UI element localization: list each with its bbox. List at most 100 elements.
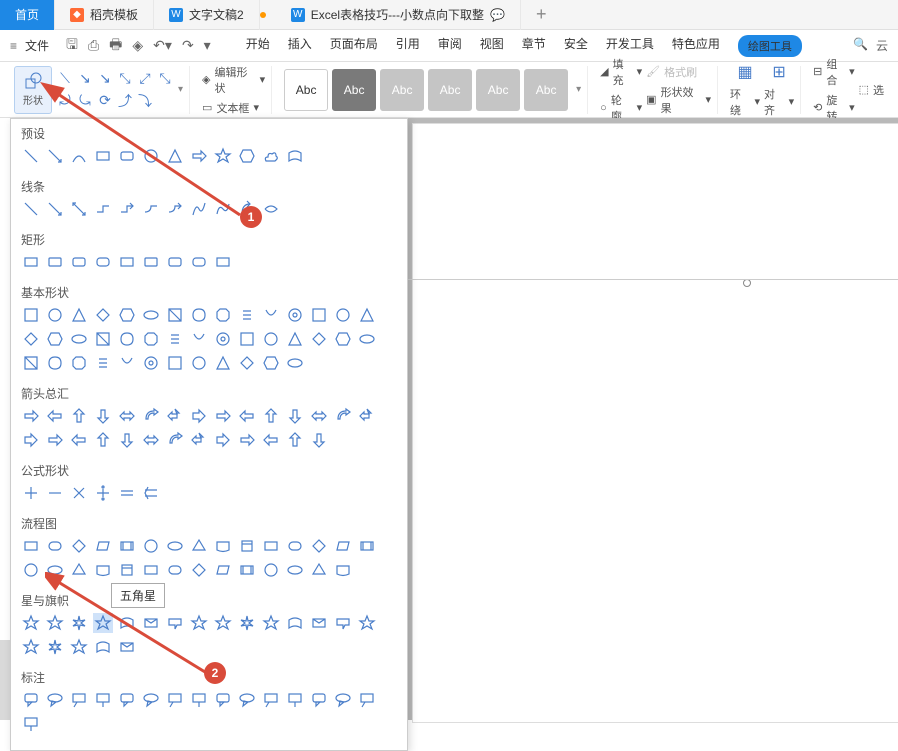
- shape-rect-0[interactable]: [21, 252, 41, 272]
- tab-start[interactable]: 开始: [246, 35, 270, 57]
- shape-lines-0[interactable]: [21, 199, 41, 219]
- shape-stars-18[interactable]: [93, 637, 113, 657]
- shape-flowchart-24[interactable]: [237, 560, 257, 580]
- shape-callout-14[interactable]: [357, 690, 377, 710]
- shape-lines-10[interactable]: [261, 199, 281, 219]
- shape-stars-2[interactable]: [69, 613, 89, 633]
- shape-lines-6[interactable]: [165, 199, 185, 219]
- shape-basic-36[interactable]: [165, 353, 185, 373]
- shape-basic-13[interactable]: [333, 305, 353, 325]
- shape-basic-3[interactable]: [93, 305, 113, 325]
- shape-callout-2[interactable]: [69, 690, 89, 710]
- shape-basic-0[interactable]: [21, 305, 41, 325]
- shape-preset-0[interactable]: [21, 146, 41, 166]
- shape-arrows-8[interactable]: [213, 406, 233, 426]
- shape-flowchart-2[interactable]: [69, 536, 89, 556]
- shape-rect-6[interactable]: [165, 252, 185, 272]
- shape-arrows-2[interactable]: [69, 406, 89, 426]
- resize-handle[interactable]: [743, 279, 751, 287]
- shape-arrows-9[interactable]: [237, 406, 257, 426]
- shape-flowchart-8[interactable]: [213, 536, 233, 556]
- add-tab-button[interactable]: +: [521, 4, 562, 25]
- shape-arrows-4[interactable]: [117, 406, 137, 426]
- shape-lines-2[interactable]: [69, 199, 89, 219]
- shape-callout-15[interactable]: [21, 714, 41, 734]
- shape-preset-8[interactable]: [213, 146, 233, 166]
- shape-stars-17[interactable]: [69, 637, 89, 657]
- shape-arrows-15[interactable]: [21, 430, 41, 450]
- shape-stars-5[interactable]: [141, 613, 161, 633]
- shape-basic-27[interactable]: [309, 329, 329, 349]
- shape-arrows-11[interactable]: [285, 406, 305, 426]
- style-2[interactable]: Abc: [332, 69, 376, 111]
- shape-lines-8[interactable]: [213, 199, 233, 219]
- shape-rect-1[interactable]: [45, 252, 65, 272]
- style-3[interactable]: Abc: [380, 69, 424, 111]
- shape-basic-6[interactable]: [165, 305, 185, 325]
- shape-arrows-12[interactable]: [309, 406, 329, 426]
- shape-basic-19[interactable]: [117, 329, 137, 349]
- shape-flowchart-0[interactable]: [21, 536, 41, 556]
- more-styles-icon[interactable]: ▾: [576, 84, 581, 95]
- tab-special[interactable]: 特色应用: [672, 35, 720, 57]
- shape-arrows-16[interactable]: [45, 430, 65, 450]
- shape-flowchart-4[interactable]: [117, 536, 137, 556]
- shape-preset-9[interactable]: [237, 146, 257, 166]
- save-icon[interactable]: 🖫: [66, 34, 78, 58]
- edit-shape-button[interactable]: ◈编辑形状▾: [202, 64, 265, 96]
- shape-formula-3[interactable]: [93, 483, 113, 503]
- shape-lines-4[interactable]: [117, 199, 137, 219]
- shape-arrows-25[interactable]: [261, 430, 281, 450]
- shape-callout-3[interactable]: [93, 690, 113, 710]
- shape-basic-7[interactable]: [189, 305, 209, 325]
- shape-basic-11[interactable]: [285, 305, 305, 325]
- shape-formula-4[interactable]: [117, 483, 137, 503]
- shape-flowchart-12[interactable]: [309, 536, 329, 556]
- shape-arrows-18[interactable]: [93, 430, 113, 450]
- shape-basic-38[interactable]: [213, 353, 233, 373]
- shape-arrows-27[interactable]: [309, 430, 329, 450]
- search-icon[interactable]: 🔍: [853, 37, 868, 54]
- shape-arrows-13[interactable]: [333, 406, 353, 426]
- shape-basic-25[interactable]: [261, 329, 281, 349]
- shape-rect-2[interactable]: [69, 252, 89, 272]
- style-4[interactable]: Abc: [428, 69, 472, 111]
- shape-rect-5[interactable]: [141, 252, 161, 272]
- shape-preset-10[interactable]: [261, 146, 281, 166]
- fill-button[interactable]: ◢填充▾: [600, 56, 642, 88]
- shape-lines-1[interactable]: [45, 199, 65, 219]
- shape-stars-0[interactable]: [21, 613, 41, 633]
- shape-basic-16[interactable]: [45, 329, 65, 349]
- shape-basic-9[interactable]: [237, 305, 257, 325]
- shape-flowchart-10[interactable]: [261, 536, 281, 556]
- shape-stars-10[interactable]: [261, 613, 281, 633]
- shape-flowchart-23[interactable]: [213, 560, 233, 580]
- shape-arrows-1[interactable]: [45, 406, 65, 426]
- shape-stars-9[interactable]: [237, 613, 257, 633]
- select-button[interactable]: ⬚选: [859, 82, 884, 98]
- tab-reference[interactable]: 引用: [396, 35, 420, 57]
- shape-arrows-6[interactable]: [165, 406, 185, 426]
- shape-callout-7[interactable]: [189, 690, 209, 710]
- shape-preset-6[interactable]: [165, 146, 185, 166]
- shape-stars-11[interactable]: [285, 613, 305, 633]
- tab-layout[interactable]: 页面布局: [330, 35, 378, 57]
- shape-stars-15[interactable]: [21, 637, 41, 657]
- shape-effect-button[interactable]: ▣形状效果▾: [646, 84, 711, 116]
- shape-basic-10[interactable]: [261, 305, 281, 325]
- shape-basic-39[interactable]: [237, 353, 257, 373]
- tab-view[interactable]: 视图: [480, 35, 504, 57]
- shape-arrows-26[interactable]: [285, 430, 305, 450]
- shape-basic-32[interactable]: [69, 353, 89, 373]
- format-painter-button[interactable]: 🖌格式刷: [646, 64, 711, 80]
- shape-stars-3[interactable]: [93, 613, 113, 633]
- shape-basic-23[interactable]: [213, 329, 233, 349]
- shape-basic-22[interactable]: [189, 329, 209, 349]
- shape-basic-34[interactable]: [117, 353, 137, 373]
- shape-arrows-5[interactable]: [141, 406, 161, 426]
- shape-basic-37[interactable]: [189, 353, 209, 373]
- shape-arrows-10[interactable]: [261, 406, 281, 426]
- shape-arrows-14[interactable]: [357, 406, 377, 426]
- shape-flowchart-26[interactable]: [285, 560, 305, 580]
- tab-review[interactable]: 审阅: [438, 35, 462, 57]
